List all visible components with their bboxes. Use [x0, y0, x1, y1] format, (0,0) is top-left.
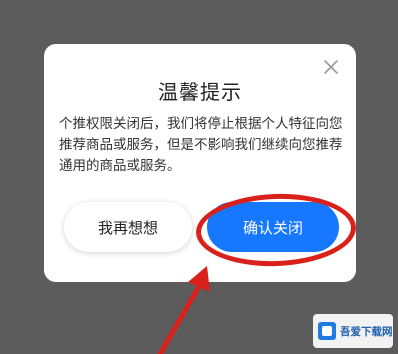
dialog-message: 个推权限关闭后，我们将停止根据个人特征向您推荐商品或服务，但是不影响我们继续向您…	[59, 116, 343, 174]
watermark-logo-icon	[318, 322, 336, 340]
close-button[interactable]	[320, 56, 342, 78]
confirm-close-button[interactable]: 确认关闭	[207, 202, 339, 252]
reconsider-button[interactable]: 我再想想	[64, 202, 192, 252]
dialog-title: 温馨提示	[158, 80, 242, 104]
close-icon	[324, 60, 338, 74]
screen: 温馨提示 个推权限关闭后，我们将停止根据个人特征向您推荐商品或服务，但是不影响我…	[0, 0, 398, 354]
watermark-text: 吾爱下载网	[340, 325, 393, 338]
watermark: 吾爱下载网	[313, 314, 393, 348]
permission-dialog: 温馨提示 个推权限关闭后，我们将停止根据个人特征向您推荐商品或服务，但是不影响我…	[44, 44, 356, 282]
